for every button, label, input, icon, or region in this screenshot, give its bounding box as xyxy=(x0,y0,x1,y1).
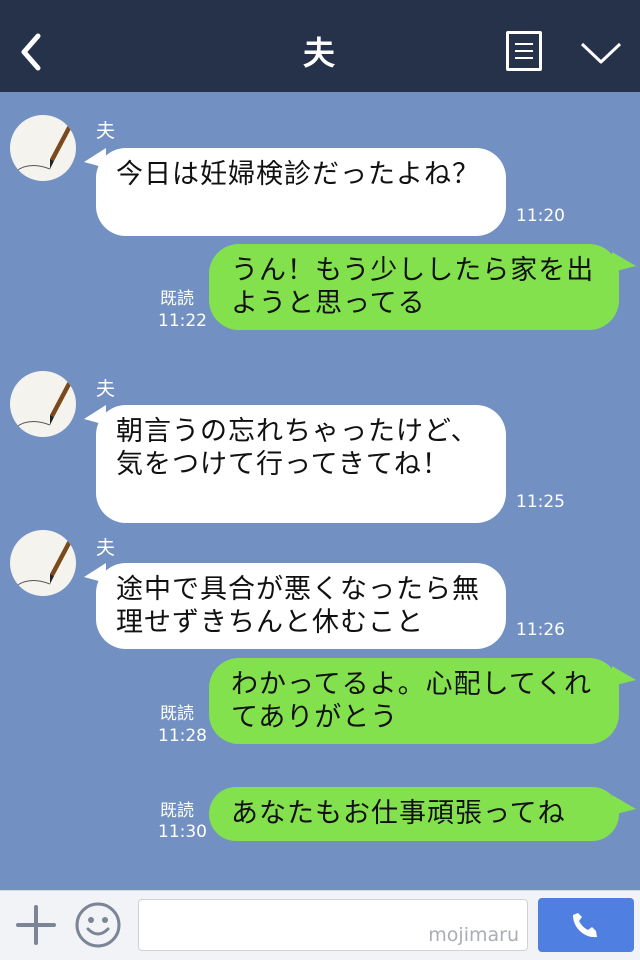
message-time: 11:25 xyxy=(516,492,565,512)
bubble-tail xyxy=(612,666,636,686)
message-time: 11:20 xyxy=(516,206,565,226)
plus-icon[interactable] xyxy=(14,903,58,947)
call-button[interactable] xyxy=(538,898,634,952)
bubble-tail xyxy=(612,795,636,815)
read-receipt: 既読 xyxy=(160,289,194,309)
sender-name: 夫 xyxy=(96,537,116,559)
read-receipt: 既読 xyxy=(160,704,194,724)
message-input[interactable]: mojimaru xyxy=(138,899,528,951)
message-bubble-incoming[interactable]: 今日は妊婦検診だったよね？ xyxy=(96,148,506,236)
message-input-bar: mojimaru xyxy=(0,890,640,960)
message-bubble-incoming[interactable]: 朝言うの忘れちゃったけど、気をつけて行ってきてね！ xyxy=(96,405,506,523)
avatar[interactable] xyxy=(10,530,76,596)
message-time: 11:22 xyxy=(158,311,207,331)
message-time: 11:28 xyxy=(158,726,207,746)
chat-area[interactable]: 夫 今日は妊婦検診だったよね？ 11:20 既読 11:22 うん！もう少しした… xyxy=(0,92,640,890)
message-bubble-outgoing[interactable]: わかってるよ。心配してくれてありがとう xyxy=(209,658,619,744)
message-time: 11:30 xyxy=(158,822,207,842)
chevron-down-icon[interactable] xyxy=(578,36,624,68)
sender-name: 夫 xyxy=(96,378,116,400)
avatar[interactable] xyxy=(10,115,76,181)
message-bubble-incoming[interactable]: 途中で具合が悪くなったら無理せずきちんと休むこと xyxy=(96,563,506,649)
message-time: 11:26 xyxy=(516,620,565,640)
sender-name: 夫 xyxy=(96,120,116,142)
message-bubble-outgoing[interactable]: あなたもお仕事頑張ってね xyxy=(209,787,619,841)
smile-icon[interactable] xyxy=(74,901,122,949)
chat-header: 夫 xyxy=(0,0,640,92)
read-receipt: 既読 xyxy=(160,801,194,821)
menu-icon[interactable] xyxy=(506,31,542,71)
watermark: mojimaru xyxy=(428,924,519,946)
bubble-tail xyxy=(612,252,636,272)
phone-icon xyxy=(573,913,597,938)
chat-title: 夫 xyxy=(302,34,337,72)
avatar[interactable] xyxy=(10,371,76,437)
message-bubble-outgoing[interactable]: うん！もう少ししたら家を出ようと思ってる xyxy=(209,244,619,330)
